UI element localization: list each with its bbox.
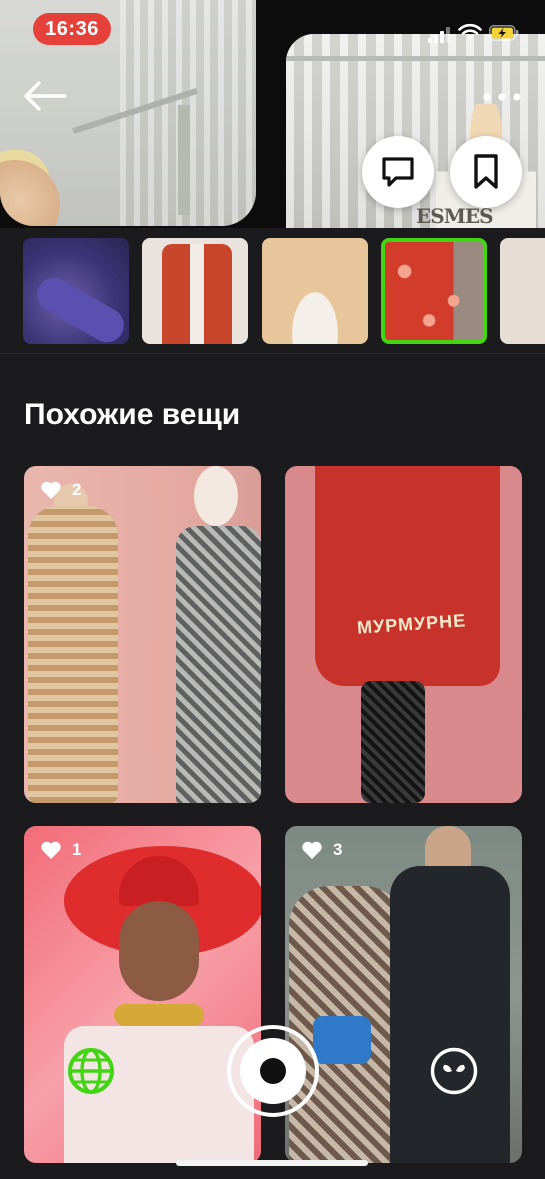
like-count: 2 <box>72 480 82 499</box>
similar-item-card[interactable]: 3 <box>285 826 522 1163</box>
alien-button[interactable] <box>430 1047 478 1095</box>
like-badge: 3 <box>301 840 342 860</box>
signal-icon <box>428 27 452 43</box>
thumbnail-item[interactable] <box>23 238 129 344</box>
thumbnail-item-selected[interactable] <box>381 238 487 344</box>
like-badge: 2 <box>40 480 81 500</box>
more-dots-icon <box>483 93 521 101</box>
more-button[interactable] <box>478 80 526 114</box>
bookmark-button[interactable] <box>450 136 522 208</box>
thumbnail-item[interactable] <box>500 238 545 344</box>
like-count: 1 <box>72 840 82 859</box>
thumbnail-strip[interactable] <box>0 238 545 344</box>
globe-icon <box>68 1048 114 1094</box>
divider <box>0 353 545 354</box>
arrow-left-icon <box>24 81 67 111</box>
globe-button[interactable] <box>67 1047 115 1095</box>
battery-charging-icon <box>489 25 519 41</box>
heart-icon <box>302 841 322 859</box>
back-button[interactable] <box>18 72 72 120</box>
screen: ESMES 16:36 Похожие вещи 2 МУРМУРНЕ 1 3 <box>0 0 545 1179</box>
status-time: 16:36 <box>33 13 111 45</box>
section-title: Похожие вещи <box>24 398 241 431</box>
similar-item-card[interactable]: 1 <box>24 826 261 1163</box>
like-count: 3 <box>333 840 343 859</box>
bookmark-icon <box>474 154 498 189</box>
capture-icon <box>240 1038 306 1104</box>
similar-item-card[interactable]: МУРМУРНЕ <box>285 466 522 803</box>
wifi-icon <box>458 23 482 40</box>
thumbnail-item[interactable] <box>142 238 248 344</box>
home-indicator <box>176 1160 368 1166</box>
status-bar: 16:36 <box>0 0 545 56</box>
heart-icon <box>41 481 61 499</box>
capture-button[interactable] <box>227 1025 319 1117</box>
alien-icon <box>430 1047 478 1095</box>
comment-icon <box>382 157 414 187</box>
like-badge: 1 <box>40 840 81 860</box>
similar-item-card[interactable]: 2 <box>24 466 261 803</box>
comment-button[interactable] <box>362 136 434 208</box>
heart-icon <box>41 841 61 859</box>
thumbnail-item[interactable] <box>262 238 368 344</box>
